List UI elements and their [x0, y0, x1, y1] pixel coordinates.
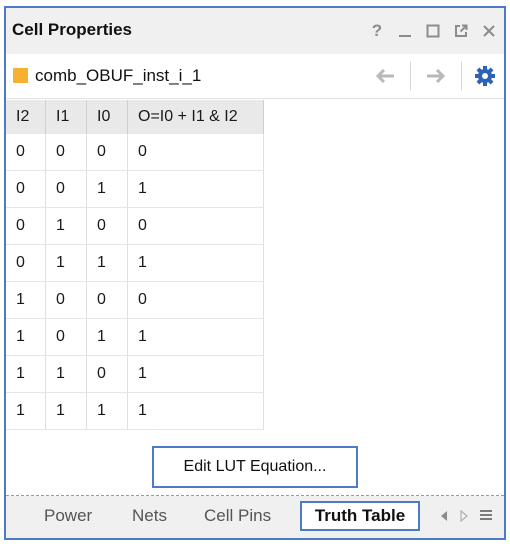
truth-table-container: I2 I1 I0 O=I0 + I1 & I2 0 0 0 0 0 0 1 1: [6, 100, 264, 430]
table-row[interactable]: 0 1 1 1: [6, 244, 264, 282]
edit-lut-equation-button[interactable]: Edit LUT Equation...: [152, 446, 358, 488]
table-cell: 1: [127, 392, 264, 430]
truth-table: I2 I1 I0 O=I0 + I1 & I2 0 0 0 0 0 0 1 1: [6, 100, 264, 430]
tab-navigation: [439, 508, 493, 525]
column-header[interactable]: I1: [45, 100, 87, 134]
tab-nets[interactable]: Nets: [132, 506, 167, 526]
table-cell: 1: [127, 244, 264, 282]
table-cell: 1: [127, 355, 264, 393]
table-cell: 0: [86, 134, 128, 171]
tab-truth-table[interactable]: Truth Table: [300, 501, 420, 531]
title-bar-controls: ?: [368, 22, 498, 40]
table-cell: 0: [6, 134, 46, 171]
table-cell: 1: [86, 392, 128, 430]
help-icon[interactable]: ?: [368, 22, 386, 40]
cell-properties-panel: Cell Properties ? comb_OBUF_inst_i_1 I2 …: [4, 6, 506, 540]
table-row[interactable]: 1 1 1 1: [6, 392, 264, 430]
table-cell: 1: [127, 318, 264, 356]
object-row: comb_OBUF_inst_i_1: [6, 54, 504, 99]
table-cell: 1: [6, 392, 46, 430]
table-cell: 1: [45, 244, 87, 282]
table-cell: 0: [45, 318, 87, 356]
back-arrow-icon[interactable]: [372, 63, 398, 89]
table-row[interactable]: 0 1 0 0: [6, 207, 264, 245]
table-cell: 0: [127, 207, 264, 245]
table-cell: 0: [6, 244, 46, 282]
title-bar: Cell Properties ?: [6, 8, 504, 54]
column-header[interactable]: I2: [6, 100, 46, 134]
maximize-icon[interactable]: [424, 22, 442, 40]
table-row[interactable]: 0 0 0 0: [6, 134, 264, 171]
table-cell: 0: [45, 281, 87, 319]
toolbar-separator: [461, 62, 462, 90]
forward-arrow-icon[interactable]: [423, 63, 449, 89]
cell-color-swatch: [13, 68, 28, 83]
table-cell: 1: [6, 318, 46, 356]
minimize-icon[interactable]: [396, 22, 414, 40]
tab-bar: Power Nets Cell Pins Truth Table: [6, 496, 504, 538]
table-cell: 0: [127, 134, 264, 171]
close-icon[interactable]: [480, 22, 498, 40]
toolbar-separator: [410, 62, 411, 90]
navigation-controls: [372, 62, 496, 90]
table-cell: 0: [127, 281, 264, 319]
float-icon[interactable]: [452, 22, 470, 40]
table-cell: 0: [6, 170, 46, 208]
table-cell: 0: [86, 355, 128, 393]
table-cell: 0: [45, 134, 87, 171]
table-cell: 0: [45, 170, 87, 208]
scroll-right-icon[interactable]: [459, 509, 469, 525]
object-name: comb_OBUF_inst_i_1: [35, 66, 202, 85]
scroll-left-icon[interactable]: [439, 509, 449, 525]
column-header[interactable]: O=I0 + I1 & I2: [127, 100, 264, 134]
table-cell: 1: [86, 170, 128, 208]
table-header-row: I2 I1 I0 O=I0 + I1 & I2: [6, 100, 264, 134]
table-cell: 0: [6, 207, 46, 245]
table-row[interactable]: 1 0 1 1: [6, 318, 264, 356]
tab-menu-icon[interactable]: [479, 508, 493, 525]
table-cell: 0: [86, 207, 128, 245]
panel-title: Cell Properties: [12, 20, 132, 39]
table-row[interactable]: 0 0 1 1: [6, 170, 264, 208]
table-cell: 1: [45, 207, 87, 245]
column-header[interactable]: I0: [86, 100, 128, 134]
table-row[interactable]: 1 1 0 1: [6, 355, 264, 393]
table-cell: 1: [6, 281, 46, 319]
table-cell: 0: [86, 281, 128, 319]
tab-cell-pins[interactable]: Cell Pins: [204, 506, 271, 526]
table-row[interactable]: 1 0 0 0: [6, 281, 264, 319]
table-cell: 1: [6, 355, 46, 393]
table-cell: 1: [45, 355, 87, 393]
table-cell: 1: [127, 170, 264, 208]
table-cell: 1: [86, 318, 128, 356]
gear-icon[interactable]: [474, 65, 496, 87]
tab-power[interactable]: Power: [44, 506, 92, 526]
table-cell: 1: [45, 392, 87, 430]
table-cell: 1: [86, 244, 128, 282]
